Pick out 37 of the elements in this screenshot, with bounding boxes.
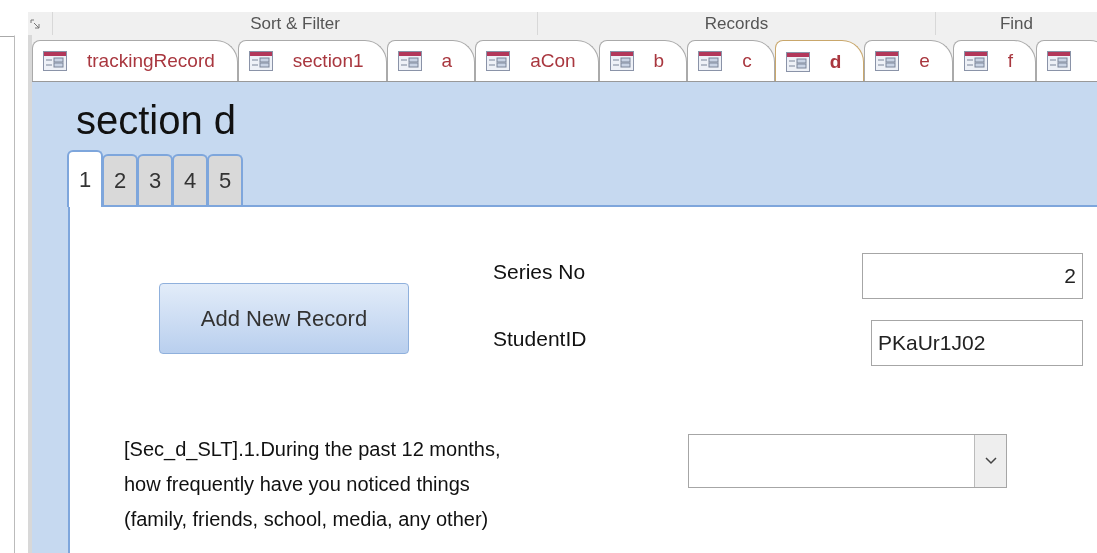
page-tab[interactable]: 5	[207, 154, 243, 205]
ribbon-group-label: Sort & Filter	[250, 13, 340, 34]
page-tab[interactable]: 2	[102, 154, 138, 205]
document-tab[interactable]: f	[952, 40, 1037, 81]
ribbon-group-label: Find	[999, 13, 1034, 34]
document-tab[interactable]: section1	[237, 40, 387, 81]
page-tab[interactable]: 4	[172, 154, 208, 205]
page-tab[interactable]: 1	[67, 150, 103, 207]
form-title: section d	[76, 97, 237, 144]
document-tab[interactable]: d	[774, 40, 865, 81]
ribbon-group-label: Records	[704, 13, 769, 34]
form-icon	[609, 51, 634, 71]
form-icon	[875, 51, 900, 71]
form-icon	[698, 51, 723, 71]
document-tab[interactable]: aCon	[475, 40, 599, 81]
form-icon	[486, 51, 511, 71]
form-icon	[248, 51, 273, 71]
answer-dropdown[interactable]	[688, 434, 1007, 488]
field-label: StudentID	[493, 326, 588, 352]
question-text: [Sec_d_SLT].1.During the past 12 months, how frequently have you noticed things (family, friends, school, media, any other)	[124, 437, 502, 532]
document-tab[interactable]: trackingRecord	[32, 40, 238, 81]
form-icon	[963, 51, 988, 71]
document-tab[interactable]: c	[687, 40, 775, 81]
document-tab[interactable]	[1036, 40, 1097, 81]
form-icon	[785, 51, 810, 72]
field-label: Series No	[493, 259, 587, 285]
form-icon	[43, 51, 67, 71]
input-field[interactable]: PKaUr1J02	[871, 320, 1083, 366]
document-tab[interactable]: b	[598, 40, 688, 81]
page-tab[interactable]: 3	[137, 154, 173, 205]
form-icon	[1047, 51, 1072, 71]
dialog-launcher-icon[interactable]	[30, 18, 40, 29]
document-tab[interactable]: e	[864, 40, 953, 81]
add-record-button[interactable]: Add New Record	[159, 283, 409, 354]
document-tab[interactable]: a	[386, 40, 476, 81]
form-icon	[397, 51, 422, 71]
input-field[interactable]: 2	[862, 253, 1083, 299]
